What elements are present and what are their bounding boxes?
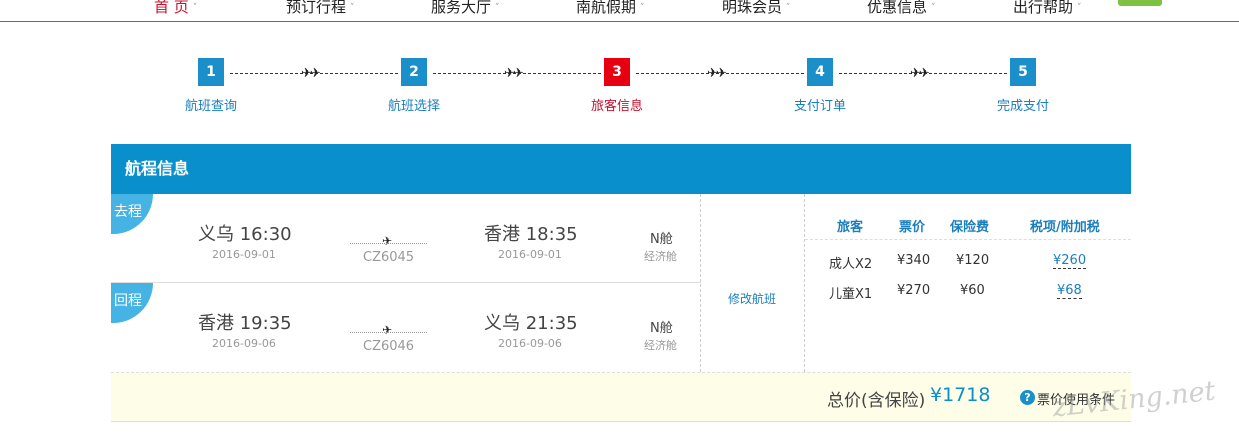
price-header-insurance: 保险费 [950,220,990,235]
departure-city-time: 香港 19:35 [198,313,292,334]
leg-tag: 回程 [111,283,153,323]
step-3-label: 旅客信息 [590,99,644,114]
leg-tag: 去程 [111,194,153,234]
nav-item-service[interactable]: 服务大厅 ˅ [431,0,500,17]
arrival-city-time: 义乌 21:35 [484,313,578,334]
flight-line [350,332,427,333]
step-4-box: 4 [807,58,833,86]
outbound-leg: 去程 义乌 16:30 2016-09-01 ✈ CZ6045 香港 18:35… [111,194,701,283]
plane-icon: ✈✈ [301,66,321,81]
departure-date: 2016-09-01 [212,248,276,261]
flight-plane-icon: ✈ [382,234,393,248]
step-4-label: 支付订单 [793,99,847,114]
chevron-down-icon: ˅ [350,3,355,13]
divider [700,194,701,372]
chevron-down-icon: ˅ [192,3,198,13]
flight-number: CZ6046 [363,339,415,354]
step-5-label: 完成支付 [996,99,1050,114]
question-icon[interactable]: ? [1020,390,1035,405]
return-leg: 回程 香港 19:35 2016-09-06 ✈ CZ6046 义乌 21:35… [111,283,701,372]
price-header-tax: 税项/附加税 [1030,220,1100,235]
departure-date: 2016-09-06 [212,337,276,350]
top-nav: 首 页 ˅ 预订行程 ˅ 服务大厅 ˅ 南航假期 ˅ 明珠会员 ˅ 优惠信息 ˅ 出行帮助 ˅ [0,0,1239,22]
price-fare: ¥340 [897,253,931,268]
plane-icon: ✈✈ [504,66,524,81]
nav-item-home[interactable]: 首 页 ˅ [154,0,197,17]
price-tax-link[interactable]: ¥260 [1053,253,1087,269]
chevron-down-icon: ˅ [640,3,645,13]
price-tax-link[interactable]: ¥68 [1057,283,1082,299]
booking-progress: 1 航班查询 ✈✈ 2 航班选择 ✈✈ 3 旅客信息 ✈✈ 4 支付订单 ✈✈ … [0,58,1239,118]
step-1-label: 航班查询 [184,99,238,114]
step-2-box: 2 [401,58,427,86]
step-5-box: 5 [1010,58,1036,86]
price-header-passenger: 旅客 [837,220,864,235]
price-insurance: ¥120 [956,253,990,268]
arrival-city-time: 香港 18:35 [484,224,578,245]
cabin-code: N舱 [650,321,673,336]
nav-item-membership[interactable]: 明珠会员 ˅ [722,0,791,17]
nav-item-offers[interactable]: 优惠信息 ˅ [867,0,936,17]
plane-icon: ✈✈ [910,66,930,81]
plane-icon: ✈✈ [707,66,727,81]
price-fare: ¥270 [897,283,931,298]
departure-city-time: 义乌 16:30 [198,224,292,245]
price-passenger: 儿童X1 [829,287,873,302]
chevron-down-icon: ˅ [931,3,936,13]
brand-badge[interactable] [1118,0,1162,6]
nav-item-help[interactable]: 出行帮助 ˅ [1013,0,1082,17]
itinerary-header: 航程信息 [111,144,1131,194]
nav-item-holidays[interactable]: 南航假期 ˅ [576,0,645,17]
step-1-box: 1 [198,58,224,86]
flight-number: CZ6045 [363,250,415,265]
arrival-date: 2016-09-06 [498,337,562,350]
total-price: ¥1718 [930,384,991,406]
step-2-label: 航班选择 [387,99,441,114]
itinerary-panel: 去程 义乌 16:30 2016-09-01 ✈ CZ6045 香港 18:35… [111,194,1131,422]
cabin-class: 经济舱 [644,250,677,263]
total-bar: 总价(含保险) ¥1718 ? 票价使用条件 [111,372,1131,422]
modify-flight-link[interactable]: 修改航班 [728,290,776,307]
price-passenger: 成人X2 [829,257,873,272]
flight-plane-icon: ✈ [382,323,393,337]
cabin-class: 经济舱 [644,339,677,352]
chevron-down-icon: ˅ [786,3,791,13]
price-insurance: ¥60 [960,283,985,298]
chevron-down-icon: ˅ [1077,3,1082,13]
nav-item-booking[interactable]: 预订行程 ˅ [286,0,355,17]
flight-line [350,243,427,244]
step-3-box: 3 [604,58,630,86]
arrival-date: 2016-09-01 [498,248,562,261]
cabin-code: N舱 [650,232,673,247]
price-divider [805,239,1131,240]
divider [804,194,805,372]
total-label: 总价(含保险) [827,391,926,411]
chevron-down-icon: ˅ [495,3,500,13]
price-header-fare: 票价 [899,220,926,235]
